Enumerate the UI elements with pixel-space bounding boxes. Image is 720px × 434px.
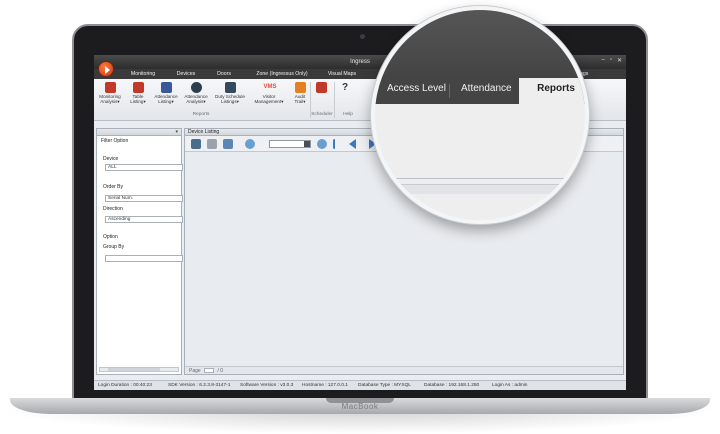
group-by-select[interactable] — [105, 255, 183, 262]
direction-select[interactable]: Ascending — [105, 216, 183, 223]
magnified-tab-reports[interactable]: Reports — [519, 78, 585, 104]
horizontal-scrollbar[interactable] — [99, 367, 179, 372]
tab-zone[interactable]: Zone (Ingressus Only) — [244, 69, 320, 79]
order-by-label: Order By — [103, 184, 124, 190]
attendance-analysis-button[interactable]: Attendance Analysis▾ — [180, 82, 212, 104]
device-label: Device — [103, 156, 119, 162]
ribbon-group-help: Help — [343, 112, 353, 117]
previous-page-icon[interactable] — [349, 139, 356, 149]
group-by-label: Group By — [103, 244, 125, 250]
magnified-strip — [375, 184, 585, 194]
status-sdk-version: SDK Version : 6.2.3.8-3147-1 — [168, 383, 231, 388]
filter-panel: ▾ Filter Option Device ALL Order By Seri… — [96, 128, 183, 375]
status-database-type: Database Type : MYSQL — [358, 383, 411, 388]
tab-divider — [449, 84, 450, 98]
status-software-version: Software Version : v3.0.3 — [240, 383, 294, 388]
duty-schedule-listings-button[interactable]: Duty Schedule Listings▾ — [212, 82, 248, 104]
order-by-select[interactable]: Serial Num. — [105, 195, 183, 202]
device-select[interactable]: ALL — [105, 164, 183, 171]
pager: Page / 0 — [185, 366, 623, 374]
tab-visual-maps[interactable]: Visual Maps — [320, 69, 364, 79]
magnifier-callout: Access Level Attendance Reports — [371, 6, 589, 224]
magnified-tabs: Access Level Attendance Reports — [375, 78, 585, 104]
page-label: Page — [189, 368, 201, 374]
tab-doors[interactable]: Doors — [206, 69, 242, 79]
first-page-icon[interactable] — [333, 139, 343, 149]
status-bar: Login Duration : 00:40:23 SDK Version : … — [94, 380, 626, 390]
page-total: / 0 — [217, 368, 224, 374]
magnified-tab-attendance[interactable]: Attendance — [461, 78, 512, 104]
status-login-as: Login As : admin — [492, 383, 528, 388]
magnified-tab-access-level[interactable]: Access Level — [387, 78, 446, 104]
magnified-divider — [375, 178, 585, 179]
trend-icon — [294, 82, 306, 93]
option-label: Option — [103, 234, 118, 240]
close-button[interactable]: ✕ — [617, 57, 622, 64]
vms-icon: VMS — [263, 84, 277, 90]
status-hostname: Hostname : 127.0.0.1 — [302, 383, 348, 388]
page-setup-icon[interactable] — [207, 139, 217, 149]
list-icon — [160, 82, 172, 93]
layout-icon[interactable] — [223, 139, 233, 149]
tab-monitoring[interactable]: Monitoring — [120, 69, 166, 79]
direction-label: Direction — [103, 206, 123, 212]
scrollbar-thumb[interactable] — [108, 368, 160, 371]
filter-option-title: Filter Option — [101, 138, 129, 144]
window-controls: – ▫ ✕ — [601, 57, 622, 64]
status-login-duration: Login Duration : 00:40:23 — [98, 383, 152, 388]
chevron-down-icon — [304, 141, 310, 147]
status-database: Database : 192.168.1.250 — [424, 383, 480, 388]
page-number-input[interactable] — [204, 368, 215, 374]
magnified-titlebar — [375, 10, 585, 78]
chart-icon — [104, 82, 116, 93]
help-icon: ? — [341, 82, 349, 93]
pin-icon[interactable]: ▾ — [175, 129, 178, 136]
briefcase-icon — [224, 82, 236, 93]
zoom-select[interactable] — [269, 140, 311, 148]
filter-panel-header: ▾ — [97, 129, 181, 136]
zoom-in-icon[interactable] — [317, 139, 327, 149]
help-button[interactable]: ? — [330, 82, 360, 94]
zoom-out-icon[interactable] — [245, 139, 255, 149]
ribbon-group-reports: Reports — [192, 112, 210, 117]
tab-devices[interactable]: Devices — [166, 69, 206, 79]
maximize-button[interactable]: ▫ — [610, 57, 612, 64]
user-icon — [190, 82, 202, 93]
calendar-icon — [315, 82, 327, 93]
minimize-button[interactable]: – — [601, 57, 604, 64]
app-menu-orb-icon[interactable] — [98, 61, 114, 77]
attendance-listing-button[interactable]: Attendance Listing▾ — [150, 82, 182, 104]
magnified-body — [375, 104, 585, 220]
print-icon[interactable] — [191, 139, 201, 149]
laptop-brand: MacBook — [341, 402, 379, 411]
ribbon-group-scheduler: Scheduler — [311, 112, 333, 117]
visitor-management-button[interactable]: VMS Visitor Management▾ — [250, 82, 288, 104]
table-icon — [132, 82, 144, 93]
camera — [360, 34, 365, 39]
